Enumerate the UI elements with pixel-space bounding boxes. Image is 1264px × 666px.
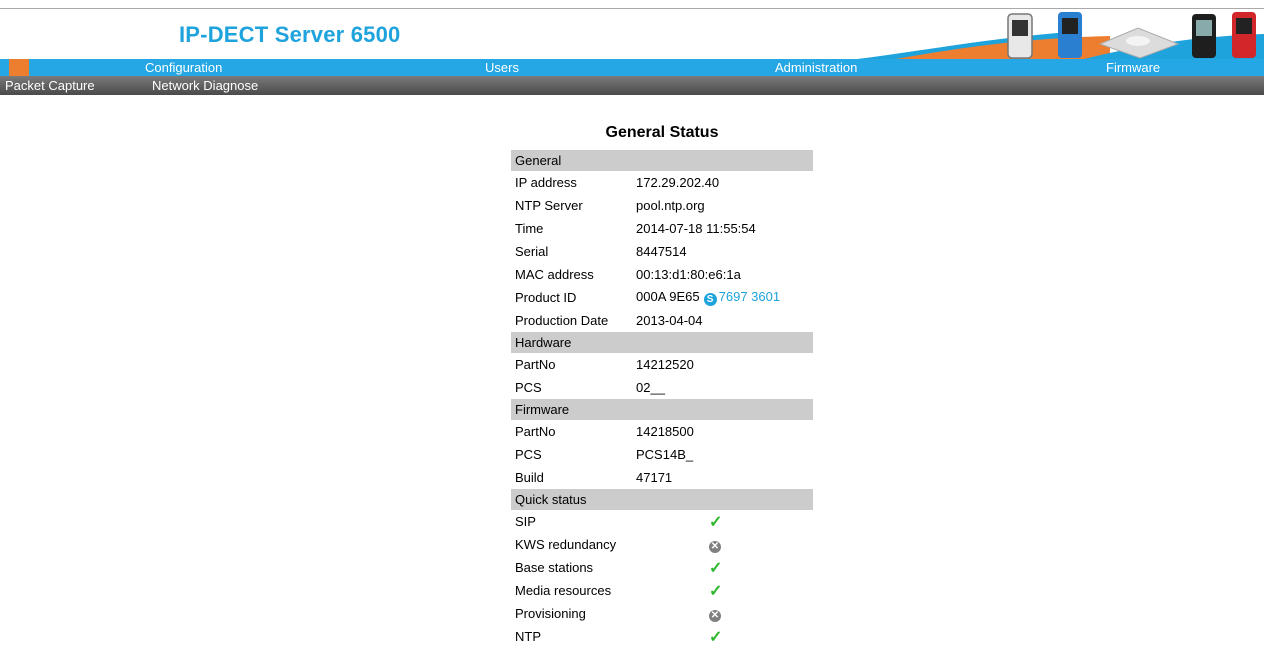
sub-nav: Packet Capture Network Diagnose <box>0 76 1264 95</box>
row-value: 000A 9E65 S 7697 3601 <box>632 286 813 309</box>
section-header-firmware: Firmware <box>511 399 813 420</box>
row-label: Build <box>515 470 544 485</box>
table-row: NTP Server pool.ntp.org <box>511 194 813 217</box>
row-label: MAC address <box>515 267 594 282</box>
subnav-packet-capture[interactable]: Packet Capture <box>5 76 95 95</box>
section-header-general: General <box>511 150 813 171</box>
quick-status-row: Provisioning ✕ <box>511 602 813 625</box>
app-title: IP-DECT Server 6500 <box>179 22 401 47</box>
product-id-value: 000A 9E65 <box>636 289 700 304</box>
table-row: MAC address 00:13:d1:80:e6:1a <box>511 263 813 286</box>
table-row: IP address 172.29.202.40 <box>511 171 813 194</box>
nav-firmware[interactable]: Firmware <box>1106 59 1160 76</box>
subnav-network-diagnose[interactable]: Network Diagnose <box>152 76 258 95</box>
main-nav: Configuration Users Administration Firmw… <box>0 59 1264 76</box>
row-value: PCS14B_ <box>636 447 694 462</box>
row-label: Time <box>515 221 544 236</box>
quick-status-row: Media resources ✓ <box>511 579 813 602</box>
row-value: 14218500 <box>636 424 694 439</box>
nav-administration[interactable]: Administration <box>775 59 857 76</box>
row-label: PartNo <box>515 357 556 372</box>
table-row: Build 47171 <box>511 466 813 489</box>
row-label: PartNo <box>515 424 556 439</box>
nav-accent <box>9 59 29 76</box>
row-value: 8447514 <box>636 244 687 259</box>
table-row: PartNo 14212520 <box>511 353 813 376</box>
quick-status-row: NTP ✓ <box>511 625 813 648</box>
quick-status-label: Provisioning <box>515 606 586 621</box>
table-row: Product ID 000A 9E65 S 7697 3601 <box>511 286 813 309</box>
check-icon: ✓ <box>709 559 723 577</box>
row-label: IP address <box>515 175 577 190</box>
header: IP-DECT Server 6500 <box>0 0 1264 60</box>
quick-status-row: SIP ✓ <box>511 510 813 533</box>
section-header-quick-status: Quick status <box>511 489 813 510</box>
row-value: pool.ntp.org <box>636 198 705 213</box>
quick-status-label: Media resources <box>515 583 612 598</box>
table-row: Production Date 2013-04-04 <box>511 309 813 332</box>
table-row: PartNo 14218500 <box>511 420 813 443</box>
row-value: 2013-04-04 <box>636 313 703 328</box>
table-row: PCS PCS14B_ <box>511 443 813 466</box>
status-table: General IP address 172.29.202.40 NTP Serv… <box>511 150 813 510</box>
page-title: General Status <box>605 124 719 141</box>
row-label: Serial <box>515 244 549 259</box>
row-value: 172.29.202.40 <box>636 175 720 190</box>
quick-status-row: KWS redundancy ✕ <box>511 533 813 556</box>
nav-users[interactable]: Users <box>485 59 519 76</box>
table-row: Serial 8447514 <box>511 240 813 263</box>
quick-status-label: Base stations <box>515 560 594 575</box>
quick-status-label: NTP <box>515 629 541 644</box>
skype-icon[interactable]: S <box>703 293 717 306</box>
check-icon: ✓ <box>709 628 723 646</box>
quick-status-row: Base stations ✓ <box>511 556 813 579</box>
row-value: 2014-07-18 11:55:54 <box>636 221 756 236</box>
check-icon: ✓ <box>709 513 723 531</box>
row-label: NTP Server <box>515 198 583 213</box>
section-header-hardware: Hardware <box>511 332 813 353</box>
row-label: Product ID <box>515 290 577 305</box>
row-label: PCS <box>515 380 542 395</box>
table-row: PCS 02__ <box>511 376 813 399</box>
row-value: 00:13:d1:80:e6:1a <box>636 267 741 282</box>
quick-status-label: KWS redundancy <box>515 537 617 552</box>
general-status-panel: General Status General IP address 172.29.… <box>511 120 813 648</box>
quick-status-label: SIP <box>515 514 536 529</box>
x-circle-icon: ✕ <box>709 609 721 622</box>
nav-configuration[interactable]: Configuration <box>145 59 222 76</box>
product-id-phone-link[interactable]: 7697 3601 <box>719 289 780 304</box>
row-value: 14212520 <box>636 357 694 372</box>
row-value: 47171 <box>636 470 673 485</box>
table-row: Time 2014-07-18 11:55:54 <box>511 217 813 240</box>
quick-status-table: SIP ✓ KWS redundancy ✕ Base stations ✓ Medi… <box>511 510 813 648</box>
row-value: 02__ <box>636 380 665 395</box>
row-label: Production Date <box>515 313 609 328</box>
row-label: PCS <box>515 447 542 462</box>
handset-devices-banner <box>1007 12 1256 59</box>
x-circle-icon: ✕ <box>709 540 721 553</box>
check-icon: ✓ <box>709 582 723 600</box>
